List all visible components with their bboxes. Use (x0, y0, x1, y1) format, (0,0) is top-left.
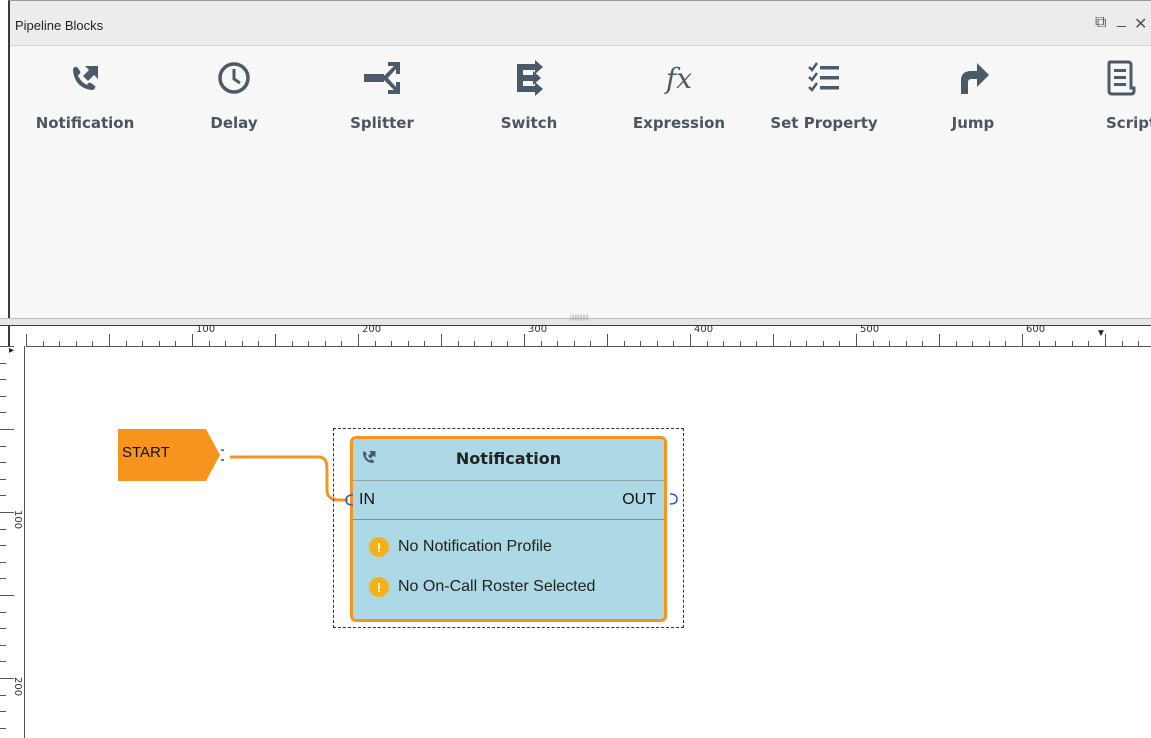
input-port[interactable] (344, 493, 358, 507)
node-header: Notification (353, 439, 664, 481)
warning-icon: ! (369, 577, 389, 597)
warning-text: No On-Call Roster Selected (398, 578, 596, 595)
node-title: Notification (455, 449, 562, 468)
warning-text: No Notification Profile (398, 538, 552, 555)
warning-item: ! No On-Call Roster Selected (369, 577, 595, 597)
start-label: START (122, 444, 170, 461)
input-port-label: IN (359, 491, 375, 508)
node-io-row: IN OUT (353, 481, 664, 520)
notification-node[interactable]: Notification IN OUT ! No Notification Pr… (350, 436, 667, 622)
output-port[interactable] (668, 492, 680, 506)
warning-icon: ! (369, 537, 389, 557)
output-port-label: OUT (622, 491, 656, 508)
warning-item: ! No Notification Profile (369, 537, 552, 557)
